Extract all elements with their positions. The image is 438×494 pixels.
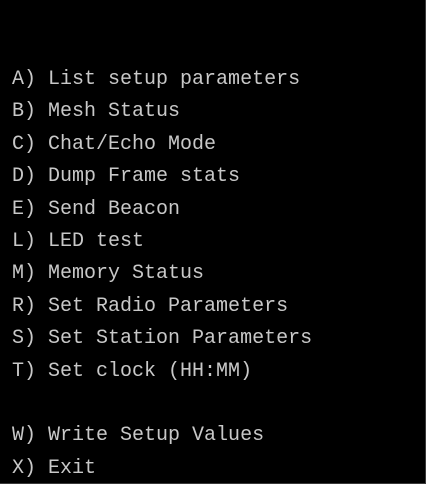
menu-label: Set clock (HH:MM) [48,359,253,383]
menu-label: Exit [48,456,97,480]
menu-item-write-setup-values[interactable]: W) Write Setup Values [12,420,312,452]
menu-item-set-clock[interactable]: T) Set clock (HH:MM) [12,356,312,388]
menu-label: Send Beacon [48,197,181,221]
menu-key: W) [12,424,37,448]
menu-list: A) List setup parameters B) Mesh Status … [12,64,312,483]
menu-item-dump-frame-stats[interactable]: D) Dump Frame stats [12,161,312,193]
terminal-window[interactable]: A) List setup parameters B) Mesh Status … [0,0,426,484]
menu-key: R) [12,294,37,318]
menu-label: Write Setup Values [48,424,265,448]
menu-item-exit[interactable]: X) Exit [12,453,312,483]
menu-item-memory-status[interactable]: M) Memory Status [12,258,312,290]
menu-key: L) [12,229,37,253]
menu-label: Mesh Status [48,100,181,124]
menu-item-list-setup-parameters[interactable]: A) List setup parameters [12,64,312,96]
menu-label: Dump Frame stats [48,165,241,189]
menu-key: T) [12,359,37,383]
menu-key: C) [12,132,37,156]
menu-key: A) [12,68,37,91]
menu-item-set-radio-parameters[interactable]: R) Set Radio Parameters [12,291,312,323]
menu-label: Chat/Echo Mode [48,132,217,156]
menu-label: Memory Status [48,262,205,286]
menu-label: Set Station Parameters [48,327,313,351]
menu-item-set-station-parameters[interactable]: S) Set Station Parameters [12,323,312,355]
menu-key: D) [12,165,37,189]
menu-item-mesh-status[interactable]: B) Mesh Status [12,96,312,128]
menu-key: S) [12,327,37,351]
menu-key: M) [12,262,37,286]
menu-item-led-test[interactable]: L) LED test [12,226,312,258]
menu-spacer [12,388,312,420]
menu-key: B) [12,100,37,124]
menu-key: X) [12,456,37,480]
menu-label: List setup parameters [48,68,301,91]
menu-label: LED test [48,229,145,253]
menu-label: Set Radio Parameters [48,294,289,318]
menu-key: E) [12,197,37,221]
menu-item-send-beacon[interactable]: E) Send Beacon [12,194,312,226]
menu-item-chat-echo-mode[interactable]: C) Chat/Echo Mode [12,129,312,161]
